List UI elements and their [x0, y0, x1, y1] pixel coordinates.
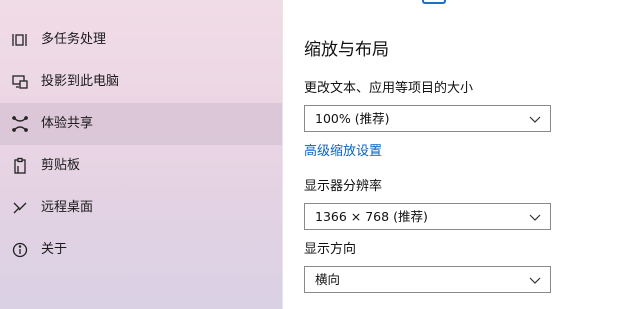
scale-value: 100% (推荐)	[315, 111, 390, 126]
resolution-dropdown[interactable]: 1366 × 768 (推荐)	[304, 203, 551, 230]
sidebar-item-label: 投影到此电脑	[41, 74, 120, 89]
sidebar-item-label: 关于	[41, 242, 68, 257]
main-content: 缩放与布局 更改文本、应用等项目的大小 100% (推荐) 高级缩放设置 显示器…	[283, 0, 620, 309]
chevron-down-icon	[529, 275, 541, 285]
orientation-label: 显示方向	[304, 242, 357, 257]
partial-glyph	[422, 0, 446, 4]
clipboard-icon	[11, 157, 29, 175]
section-title: 缩放与布局	[304, 40, 389, 60]
scale-label: 更改文本、应用等项目的大小	[304, 81, 474, 96]
resolution-value: 1366 × 768 (推荐)	[315, 209, 428, 224]
sidebar: 多任务处理 投影到此电脑 体验共享 剪贴板 远程桌面 关于	[0, 0, 282, 309]
sidebar-item-label: 剪贴板	[41, 158, 81, 173]
projecting-icon	[11, 73, 29, 91]
sidebar-item-projecting[interactable]: 投影到此电脑	[0, 61, 282, 103]
sidebar-item-clipboard[interactable]: 剪贴板	[0, 145, 282, 187]
sidebar-item-label: 多任务处理	[41, 32, 107, 47]
sidebar-item-label: 体验共享	[41, 116, 94, 131]
orientation-dropdown[interactable]: 横向	[304, 266, 551, 293]
chevron-down-icon	[529, 114, 541, 124]
chevron-down-icon	[529, 212, 541, 222]
scale-dropdown[interactable]: 100% (推荐)	[304, 105, 551, 132]
sidebar-item-multitasking[interactable]: 多任务处理	[0, 19, 282, 61]
advanced-scaling-link[interactable]: 高级缩放设置	[304, 143, 382, 161]
sidebar-item-about[interactable]: 关于	[0, 229, 282, 271]
remote-desktop-icon	[11, 199, 29, 217]
sidebar-item-shared-experiences[interactable]: 体验共享	[0, 103, 282, 145]
info-icon	[11, 241, 29, 259]
orientation-value: 横向	[315, 272, 341, 287]
resolution-label: 显示器分辨率	[304, 179, 383, 194]
multitasking-icon	[11, 31, 29, 49]
shared-experiences-icon	[11, 115, 29, 133]
sidebar-item-label: 远程桌面	[41, 200, 94, 215]
sidebar-item-remote-desktop[interactable]: 远程桌面	[0, 187, 282, 229]
settings-window: 多任务处理 投影到此电脑 体验共享 剪贴板 远程桌面 关于 缩放与布局 更改文本…	[0, 0, 620, 309]
